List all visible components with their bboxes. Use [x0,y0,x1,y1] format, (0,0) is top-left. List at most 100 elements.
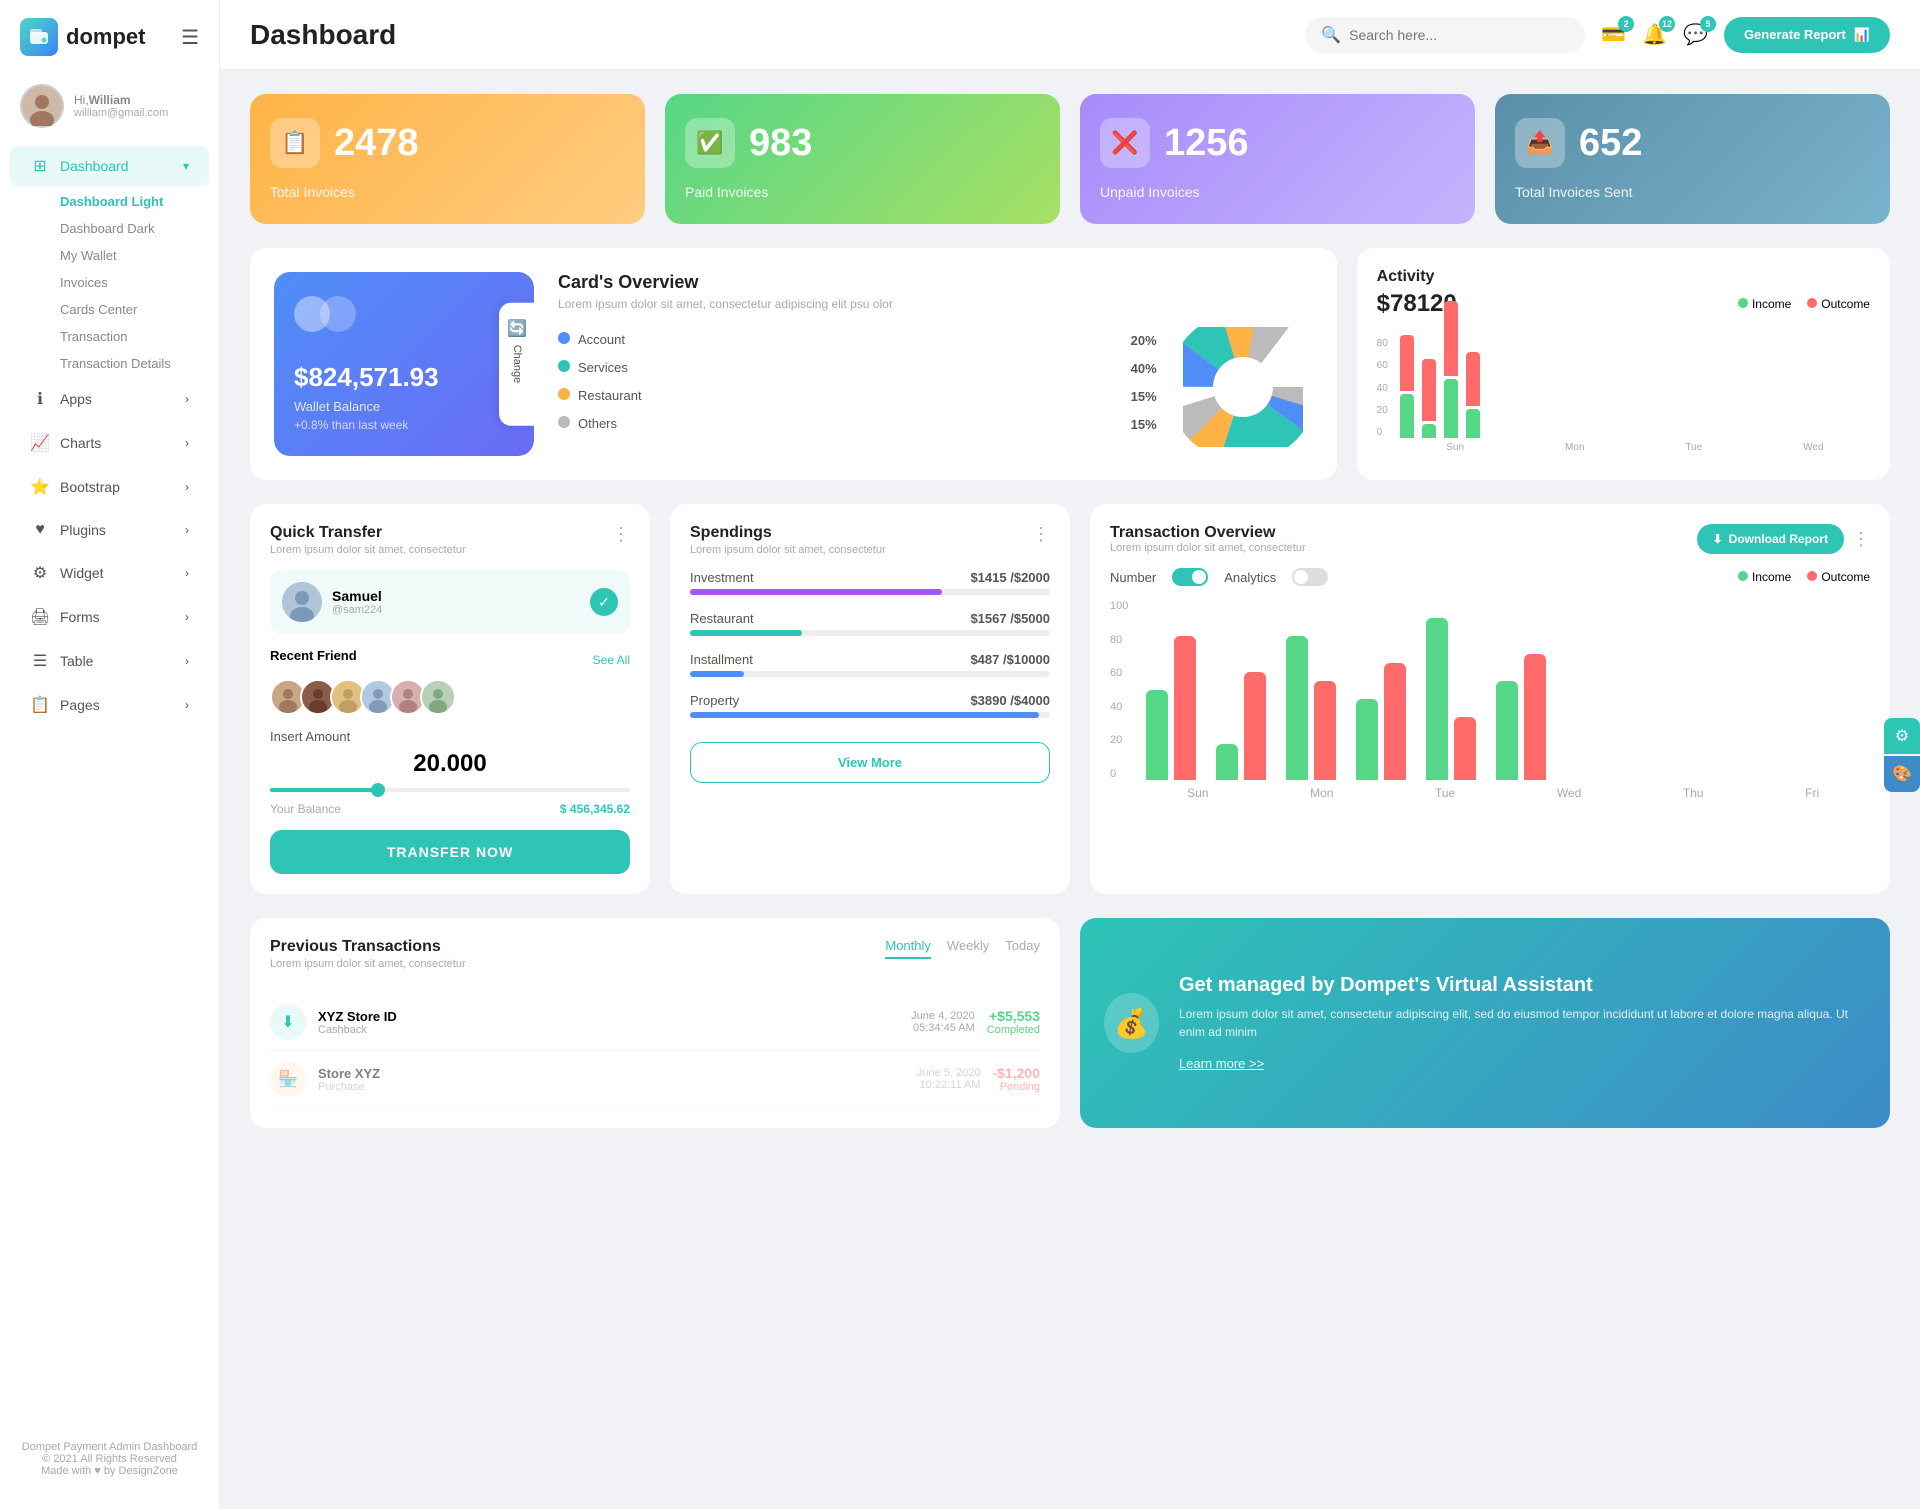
va-subtitle: Lorem ipsum dolor sit amet, consectetur … [1179,1005,1866,1041]
chevron-right-icon: › [185,392,189,406]
sidebar-item-apps[interactable]: ℹ Apps › [10,379,209,419]
dashboard-icon: ⊞ [30,156,50,176]
sidebar-item-plugins[interactable]: ♥ Plugins › [10,511,209,549]
activity-bar-chart [1400,338,1870,438]
tx-info: XYZ Store ID Cashback [318,1009,899,1036]
va-learn-more-link[interactable]: Learn more >> [1179,1056,1264,1071]
paid-invoices-number: 983 [749,122,812,165]
unpaid-invoices-icon: ❌ [1100,118,1150,168]
header-icons: 💳 2 🔔 12 💬 5 [1601,22,1708,47]
prev-tx-subtitle: Lorem ipsum dolor sit amet, consectetur [270,958,466,970]
sidebar-item-forms[interactable]: 🖨 Forms › [10,597,209,637]
subnav-item-dashboard-light[interactable]: Dashboard Light [50,188,219,215]
bell-badge: 12 [1659,16,1675,32]
quick-transfer-menu[interactable]: ⋮ [612,524,630,545]
search-bar[interactable]: 🔍 [1305,17,1585,53]
slider-fill [270,788,378,792]
user-name: William [89,93,131,107]
number-toggle[interactable] [1172,568,1208,586]
total-invoices-icon: 📋 [270,118,320,168]
wallet-icon-btn[interactable]: 💳 2 [1601,22,1626,47]
tab-monthly[interactable]: Monthly [885,938,931,959]
chevron-right-icon5: › [185,566,189,580]
plugins-icon: ♥ [30,521,50,539]
stat-card-unpaid: ❌ 1256 Unpaid Invoices [1080,94,1475,224]
sidebar: dompet ☰ Hi,William william@gmail.com ⊞ … [0,0,220,1509]
quick-transfer-title: Quick Transfer [270,524,466,542]
card-circle2 [320,296,356,332]
widget-label: Widget [60,565,104,581]
chevron-right-icon4: › [185,523,189,537]
stat-card-paid: ✅ 983 Paid Invoices [665,94,1060,224]
sidebar-item-dashboard[interactable]: ⊞ Dashboard ▾ [10,146,209,186]
paid-invoices-label: Paid Invoices [685,184,1040,200]
settings-panel-button[interactable]: ⚙ [1884,718,1920,754]
logo-icon [20,18,58,56]
color-panel-button[interactable]: 🎨 [1884,756,1920,792]
page-title: Dashboard [250,19,396,51]
see-all-link[interactable]: See All [593,653,630,667]
prev-tx-title: Previous Transactions [270,938,466,956]
subnav-item-transaction-details[interactable]: Transaction Details [50,350,219,377]
transaction-overview-menu[interactable]: ⋮ [1852,529,1870,550]
wallet-label: Wallet Balance [294,399,514,414]
spending-investment: Investment $1415 /$2000 [690,570,1050,595]
subnav-item-transaction[interactable]: Transaction [50,323,219,350]
balance-amount: $ 456,345.62 [560,802,630,816]
user-greeting: Hi,William [74,93,168,107]
spendings-title: Spendings [690,524,886,542]
chevron-right-icon2: › [185,436,189,450]
tab-weekly[interactable]: Weekly [947,938,989,959]
amount-label: Insert Amount [270,729,630,744]
card-overview-widget: $824,571.93 Wallet Balance +0.8% than la… [250,248,1337,480]
total-invoices-label: Total Invoices [270,184,625,200]
spendings-menu[interactable]: ⋮ [1032,524,1050,545]
toggle-row: Number Analytics Income Outcome [1110,568,1870,586]
virtual-assistant-widget: 💰 Get managed by Dompet's Virtual Assist… [1080,918,1890,1128]
unpaid-invoices-number: 1256 [1164,122,1249,165]
sent-invoices-number: 652 [1579,122,1642,165]
pages-label: Pages [60,697,100,713]
charts-icon: 📈 [30,433,50,453]
hamburger-icon[interactable]: ☰ [181,25,199,50]
slider-thumb [371,783,385,797]
table-icon: ☰ [30,651,50,671]
chevron-right-icon8: › [185,698,189,712]
plugins-label: Plugins [60,522,106,538]
main-area: Dashboard 🔍 💳 2 🔔 12 💬 5 Generate Report… [220,0,1920,1509]
transfer-slider[interactable] [270,788,630,792]
transaction-bar-labels: SunMonTueWedThuFri [1136,786,1870,800]
generate-report-button[interactable]: Generate Report 📊 [1724,17,1890,53]
subnav-item-cards-center[interactable]: Cards Center [50,296,219,323]
transfer-now-button[interactable]: TRANSFER NOW [270,830,630,874]
sidebar-item-bootstrap[interactable]: ⭐ Bootstrap › [10,467,209,507]
sidebar-item-table[interactable]: ☰ Table › [10,641,209,681]
analytics-toggle[interactable] [1292,568,1328,586]
friend-thumb-6[interactable] [420,679,456,715]
stat-card-sent: 📤 652 Total Invoices Sent [1495,94,1890,224]
spending-property: Property $3890 /$4000 [690,693,1050,718]
tx-amount: +$5,553 [987,1008,1040,1024]
chat-icon-btn[interactable]: 💬 5 [1683,22,1708,47]
bell-icon-btn[interactable]: 🔔 12 [1642,22,1667,47]
search-input[interactable] [1349,27,1569,43]
previous-transactions-widget: Previous Transactions Lorem ipsum dolor … [250,918,1060,1128]
change-card-button[interactable]: 🔄 Change ▾ [499,303,534,426]
view-more-button[interactable]: View More [690,742,1050,783]
subnav-item-dashboard-dark[interactable]: Dashboard Dark [50,215,219,242]
activity-title: Activity [1377,268,1870,286]
tab-today[interactable]: Today [1005,938,1040,959]
sidebar-item-charts[interactable]: 📈 Charts › [10,423,209,463]
activity-widget: Activity $78120 Income Outcome 806040200 [1357,248,1890,480]
download-report-button[interactable]: ⬇ Download Report [1697,524,1844,554]
right-panel: ⚙ 🎨 [1884,718,1920,792]
subnav-item-my-wallet[interactable]: My Wallet [50,242,219,269]
sidebar-item-widget[interactable]: ⚙ Widget › [10,553,209,593]
balance-label: Your Balance [270,802,341,816]
subnav-item-invoices[interactable]: Invoices [50,269,219,296]
sidebar-item-pages[interactable]: 📋 Pages › [10,685,209,725]
last-row: Previous Transactions Lorem ipsum dolor … [250,918,1890,1128]
friend-name: Samuel [332,588,382,604]
spendings-widget: Spendings Lorem ipsum dolor sit amet, co… [670,504,1070,894]
apps-icon: ℹ [30,389,50,409]
